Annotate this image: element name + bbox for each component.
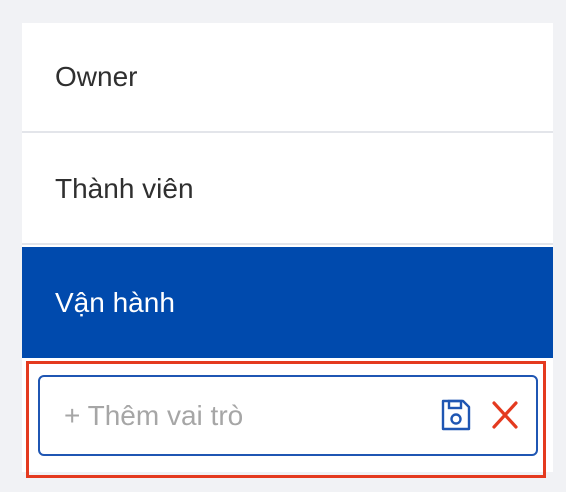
role-item-label: Vận hành	[55, 286, 175, 318]
save-icon	[441, 399, 471, 431]
add-role-input[interactable]	[64, 395, 424, 437]
cancel-button[interactable]	[488, 397, 522, 433]
add-role-field	[38, 375, 538, 456]
role-item-label: Owner	[55, 61, 138, 92]
role-item-operator-selected[interactable]: Vận hành	[22, 247, 553, 358]
role-item-member[interactable]: Thành viên	[22, 135, 553, 245]
save-button[interactable]	[438, 397, 474, 433]
role-item-owner[interactable]: Owner	[22, 23, 553, 133]
close-icon	[492, 401, 518, 429]
role-item-label: Thành viên	[55, 173, 194, 204]
